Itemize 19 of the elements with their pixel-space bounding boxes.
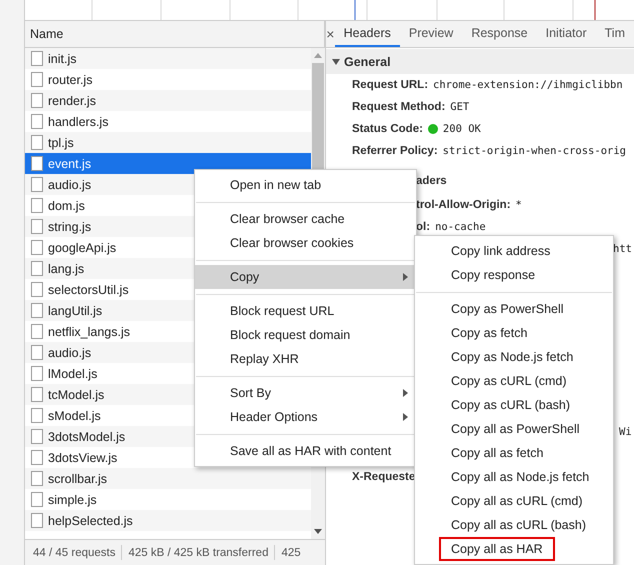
header-name: Request Method: bbox=[352, 101, 446, 113]
header-name: Referrer Policy: bbox=[352, 145, 438, 157]
header-value: strict-origin-when-cross-orig bbox=[442, 145, 626, 157]
status-text: 44 / 45 requests bbox=[33, 546, 116, 558]
header-name: ol: bbox=[416, 221, 430, 233]
header-value: GET bbox=[450, 101, 470, 113]
status-text: 425 kB / 425 kB transferred bbox=[128, 546, 268, 558]
status-text: 425 bbox=[281, 546, 301, 558]
header-value: htt bbox=[613, 243, 632, 255]
header-value: * bbox=[516, 199, 522, 211]
header-value: chrome-extension://ihmgiclibbn bbox=[433, 79, 623, 91]
header-name: X-Requeste bbox=[352, 471, 416, 483]
header-value: no-cache bbox=[435, 221, 486, 233]
header-name: Status Code: bbox=[352, 123, 423, 135]
header-name: Request URL: bbox=[352, 79, 428, 91]
header-name: aders bbox=[416, 175, 447, 187]
header-value: Wi bbox=[619, 426, 632, 438]
header-name: trol-Allow-Origin: bbox=[416, 199, 511, 211]
header-value: 200 OK bbox=[442, 123, 481, 135]
